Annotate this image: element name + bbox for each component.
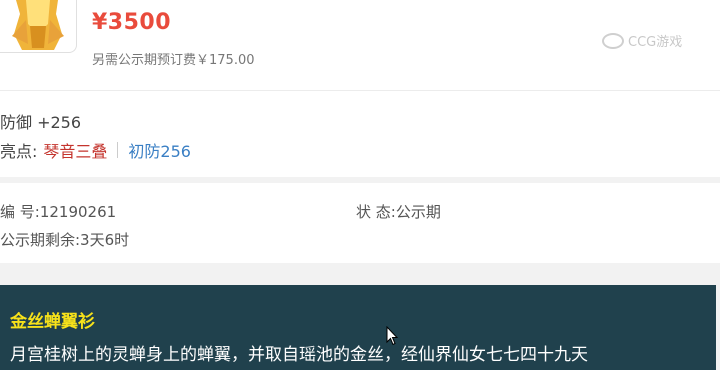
description-text: 月宫桂树上的灵蝉身上的蝉翼，并取自瑶池的金丝，经仙界仙女七七四十九天 — [10, 345, 588, 365]
item-price: ¥3500 — [92, 10, 172, 35]
watermark: CCG游戏 — [602, 31, 682, 50]
item-thumbnail-icon — [12, 0, 64, 50]
mouse-cursor-icon — [386, 326, 398, 346]
serial-number: 编 号:12190261 — [0, 203, 117, 221]
remaining-time: 公示期剩余:3天6时 — [0, 231, 130, 249]
description-title: 金丝蝉翼衫 — [10, 312, 95, 332]
item-thumbnail[interactable] — [0, 0, 77, 53]
highlight-tag: 琴音三叠 — [43, 142, 108, 161]
highlight-tag: 初防256 — [128, 142, 191, 161]
description-banner: 金丝蝉翼衫 月宫桂树上的灵蝉身上的蝉翼，并取自瑶池的金丝，经仙界仙女七七四十九天 — [0, 285, 716, 370]
highlight-separator — [117, 142, 119, 158]
watermark-text: CCG游戏 — [628, 35, 683, 50]
highlights-row: 亮点: 琴音三叠 初防256 — [0, 138, 191, 162]
info-card: 编 号:12190261 状 态:公示期 公示期剩余:3天6时 — [0, 183, 720, 263]
watermark-logo-icon — [602, 32, 624, 49]
deposit-note: 另需公示期预订费￥175.00 — [92, 53, 255, 68]
divider — [0, 90, 720, 91]
highlights-label: 亮点: — [0, 142, 38, 161]
status-text: 状 态:公示期 — [356, 203, 441, 221]
defense-attribute: 防御 +256 — [0, 113, 82, 132]
item-card: ¥3500 另需公示期预订费￥175.00 CCG游戏 防御 +256 亮点: … — [0, 0, 720, 177]
